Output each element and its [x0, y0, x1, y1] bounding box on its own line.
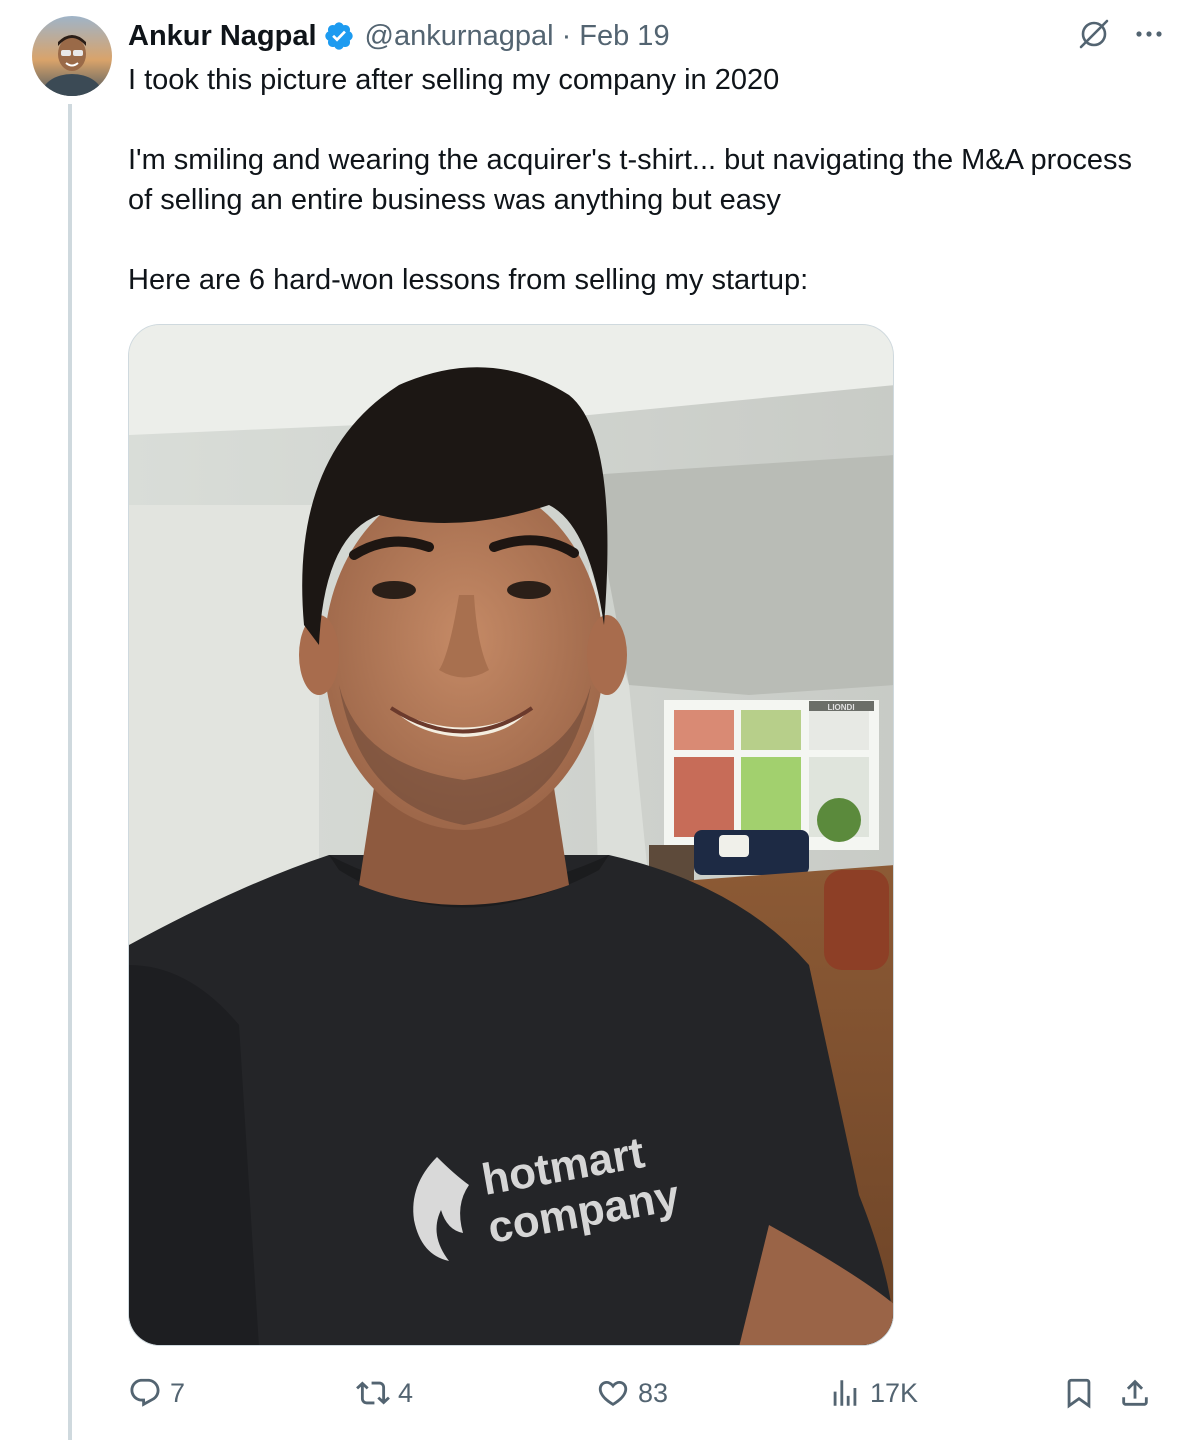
top-actions [1076, 16, 1164, 52]
like-icon [596, 1376, 630, 1410]
tweet-header: Ankur Nagpal @ankurnagpal · Feb 19 [128, 14, 670, 58]
header-separator: · [561, 19, 572, 52]
grok-icon[interactable] [1076, 16, 1112, 52]
avatar[interactable] [32, 16, 112, 96]
tweet-action-bar: 7 4 83 17K [128, 1368, 1164, 1418]
store-sign-text: LIONDI [827, 703, 854, 712]
like-count: 83 [638, 1377, 669, 1408]
retweet-icon [356, 1376, 390, 1410]
retweet-count: 4 [398, 1377, 414, 1408]
like-button[interactable]: 83 [596, 1368, 668, 1418]
more-icon[interactable] [1134, 19, 1164, 49]
retweet-button[interactable]: 4 [356, 1368, 413, 1418]
tweet-paragraph: Here are 6 hard-won lessons from selling… [128, 264, 809, 296]
author-name[interactable]: Ankur Nagpal [128, 20, 317, 53]
tweet-date[interactable]: Feb 19 [579, 20, 669, 53]
views-icon [828, 1376, 862, 1410]
share-icon [1118, 1376, 1152, 1410]
reply-count: 7 [170, 1377, 186, 1408]
share-button[interactable] [1118, 1368, 1160, 1418]
bookmark-icon [1062, 1376, 1096, 1410]
views-count: 17K [870, 1377, 919, 1408]
tweet-text: I took this picture after selling my com… [128, 60, 1158, 300]
bookmark-button[interactable] [1062, 1368, 1104, 1418]
views-button[interactable]: 17K [828, 1368, 918, 1418]
thread-line [68, 104, 72, 1440]
tweet-paragraph: I'm smiling and wearing the acquirer's t… [128, 144, 1132, 216]
verified-badge-icon [323, 20, 355, 52]
tweet-photo[interactable]: LIONDI hotmart company [128, 324, 894, 1346]
reply-icon [128, 1376, 162, 1410]
tweet-paragraph: I took this picture after selling my com… [128, 64, 780, 96]
author-handle[interactable]: @ankurnagpal [365, 20, 554, 53]
reply-button[interactable]: 7 [128, 1368, 185, 1418]
